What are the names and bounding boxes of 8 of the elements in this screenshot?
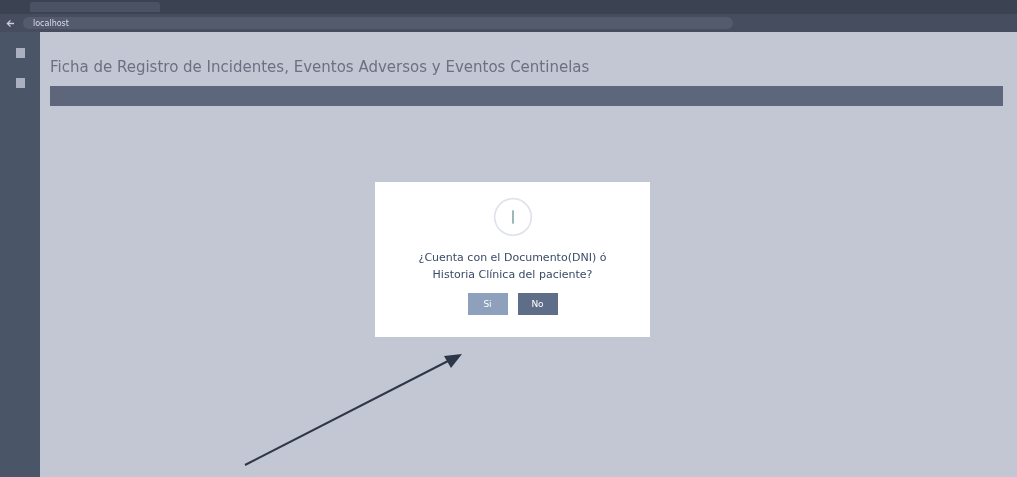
url-text: localhost: [33, 18, 69, 28]
address-bar[interactable]: localhost: [23, 17, 733, 29]
back-icon[interactable]: [6, 18, 15, 28]
page-title: Ficha de Registro de Incidentes, Eventos Adversos y Eventos Centinelas: [50, 58, 591, 76]
dialog-button[interactable]: Si: [467, 293, 508, 316]
info-icon: [492, 197, 533, 237]
dialog-button[interactable]: No: [517, 293, 558, 316]
dialog-message: ¿Cuenta con el Documento(DNI) ó Historia Clínica del paciente?: [417, 250, 608, 284]
